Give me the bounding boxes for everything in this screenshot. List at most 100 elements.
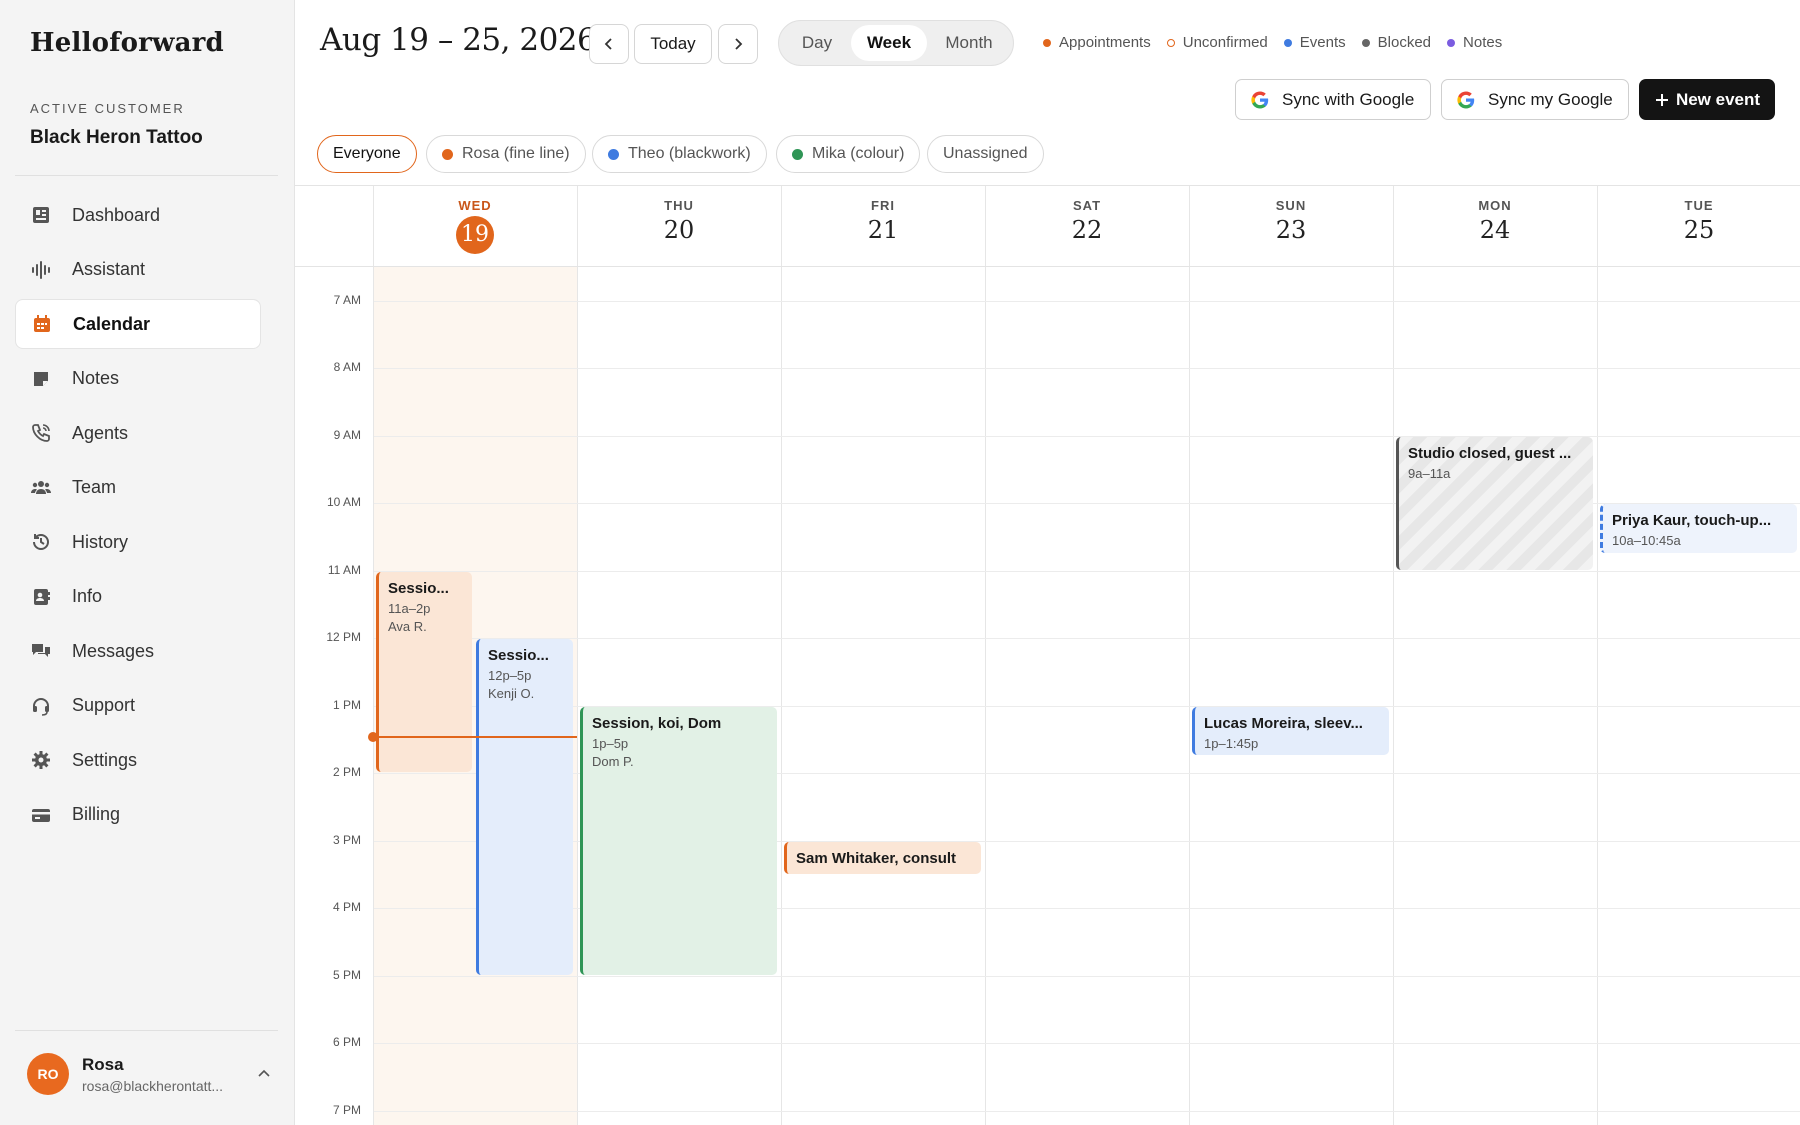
day-header-mon[interactable]: MON 24 (1393, 186, 1597, 266)
view-month-tab[interactable]: Month (929, 25, 1009, 61)
event-title: Studio closed, guest ... (1408, 444, 1572, 462)
sidebar-nav: Dashboard Assistant Calendar Notes Agents Tea… (15, 190, 261, 844)
avatar: RO (27, 1053, 69, 1095)
filter-chip-rosa[interactable]: Rosa (fine line) (426, 135, 586, 173)
sidebar-item-messages[interactable]: Messages (15, 626, 261, 676)
day-of-week: THU (664, 198, 694, 213)
google-icon (1251, 91, 1269, 108)
hour-label: 8 AM (333, 360, 361, 375)
day-number: 25 (1683, 216, 1715, 244)
day-number: 22 (1071, 216, 1103, 244)
sync-my-google-label: Sync my Google (1488, 89, 1613, 109)
header-divider (295, 266, 1800, 267)
calendar-event[interactable]: Sessio... 12p–5p Kenji O. (476, 639, 573, 975)
sidebar-item-info[interactable]: Info (15, 572, 261, 622)
filter-chip-mika[interactable]: Mika (colour) (776, 135, 921, 173)
filter-chip-everyone[interactable]: Everyone (317, 135, 417, 173)
day-header-tue[interactable]: TUE 25 (1597, 186, 1800, 266)
hour-label: 7 PM (332, 1102, 361, 1117)
team-icon (31, 480, 51, 494)
view-switcher: Day Week Month (778, 20, 1014, 66)
legend-item-appointments: Appointments (1043, 34, 1151, 51)
chat-icon (32, 644, 50, 657)
day-number: 20 (663, 216, 695, 244)
prev-week-button[interactable] (589, 24, 629, 64)
sidebar-item-billing[interactable]: Billing (15, 790, 261, 840)
hour-label: 12 PM (326, 630, 361, 645)
filter-chip-label: Mika (colour) (812, 145, 905, 162)
hour-label: 10 AM (326, 495, 361, 510)
sync-with-google-label: Sync with Google (1282, 89, 1415, 109)
day-column-divider (373, 186, 374, 1125)
sidebar-item-label: Info (72, 586, 103, 606)
filter-chip-unassigned[interactable]: Unassigned (927, 135, 1044, 173)
sidebar-item-dashboard[interactable]: Dashboard (15, 190, 261, 240)
day-of-week: WED (458, 198, 492, 213)
day-header-thu[interactable]: THU 20 (577, 186, 781, 266)
legend-item-notes: Notes (1447, 34, 1502, 51)
calendar-event[interactable]: Sessio... 11a–2p Ava R. (376, 571, 472, 773)
staff-color-dot (442, 148, 453, 160)
legend-dot (1283, 38, 1292, 47)
day-column-divider (985, 186, 986, 1125)
calendar-event[interactable]: Session, koi, Dom 1p–5p Dom P. (580, 706, 777, 975)
filter-chip-theo[interactable]: Theo (blackwork) (592, 135, 767, 173)
active-customer-name[interactable]: Black Heron Tattoo (30, 127, 203, 149)
event-client: Ava R. (388, 618, 427, 634)
calendar-icon (34, 315, 50, 332)
contact-card-icon (34, 588, 50, 605)
sidebar-item-history[interactable]: History (15, 517, 261, 567)
today-button[interactable]: Today (634, 24, 712, 64)
user-menu[interactable]: RO Rosa rosa@blackherontatt... (27, 1053, 272, 1095)
hour-gridline (374, 638, 1800, 640)
sidebar: Helloforward ACTIVE CUSTOMER Black Heron… (0, 0, 295, 1125)
plus-icon (1655, 93, 1668, 106)
sidebar-item-calendar[interactable]: Calendar (15, 299, 261, 349)
calendar-event[interactable]: Sam Whitaker, consult (784, 841, 981, 874)
legend-label: Appointments (1059, 34, 1151, 51)
brand-logo[interactable]: Helloforward (30, 28, 224, 58)
hour-label: 9 AM (333, 427, 361, 442)
filter-chip-label: Unassigned (943, 145, 1028, 162)
active-customer-label: ACTIVE CUSTOMER (30, 101, 185, 116)
legend-label: Blocked (1377, 34, 1432, 51)
sidebar-item-agents[interactable]: Agents (15, 408, 261, 458)
event-time: 12p–5p (488, 668, 532, 684)
sidebar-divider (15, 175, 278, 176)
sync-my-google-button[interactable]: Sync my Google (1441, 79, 1629, 120)
day-number: 24 (1479, 216, 1511, 244)
sidebar-item-support[interactable]: Support (15, 681, 261, 731)
next-week-button[interactable] (718, 24, 758, 64)
hour-label: 7 AM (333, 292, 361, 307)
day-header-wed[interactable]: WED 19 (373, 186, 577, 266)
legend-item-unconfirmed: Unconfirmed (1166, 34, 1268, 51)
view-week-tab[interactable]: Week (851, 25, 927, 61)
event-title: Sessio... (488, 647, 549, 665)
chevron-up-icon[interactable] (256, 1066, 272, 1082)
hour-label: 2 PM (332, 765, 361, 780)
filter-chip-label: Theo (blackwork) (628, 145, 751, 162)
new-event-label: New event (1675, 89, 1761, 109)
sidebar-item-label: Billing (72, 804, 121, 824)
dashboard-icon (33, 207, 49, 223)
sidebar-item-settings[interactable]: Settings (15, 735, 261, 785)
hour-gridline (374, 1110, 1800, 1112)
hour-label: 3 PM (332, 832, 361, 847)
legend-label: Notes (1463, 34, 1503, 51)
sidebar-item-team[interactable]: Team (15, 463, 261, 513)
day-header-sun[interactable]: SUN 23 (1189, 186, 1393, 266)
day-header-sat[interactable]: SAT 22 (985, 186, 1189, 266)
chevron-right-icon (735, 38, 743, 50)
calendar-event[interactable]: Studio closed, guest ... 9a–11a (1396, 436, 1593, 570)
note-icon (34, 371, 48, 386)
view-day-tab[interactable]: Day (783, 25, 851, 61)
sidebar-item-assistant[interactable]: Assistant (15, 245, 261, 295)
calendar-event[interactable]: Priya Kaur, touch-up... 10a–10:45a (1600, 504, 1797, 553)
calendar-event[interactable]: Lucas Moreira, sleev... 1p–1:45p (1192, 706, 1389, 756)
sync-with-google-button[interactable]: Sync with Google (1235, 79, 1431, 120)
sidebar-item-notes[interactable]: Notes (15, 354, 261, 404)
new-event-button[interactable]: New event (1639, 79, 1775, 120)
day-column-divider (577, 186, 578, 1125)
week-calendar-grid: WED 19 THU 20 FRI 21 SAT 22 SUN 23 MON 24 TUE 25 7 AM 8… (295, 185, 1800, 1125)
day-header-fri[interactable]: FRI 21 (781, 186, 985, 266)
